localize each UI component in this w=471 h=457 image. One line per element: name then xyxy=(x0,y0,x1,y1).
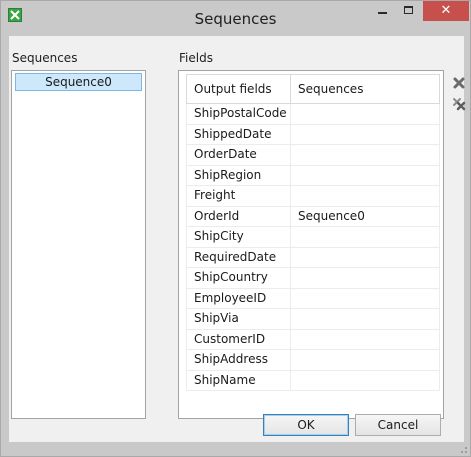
sequence-cell[interactable] xyxy=(291,166,439,186)
sequence-cell[interactable] xyxy=(291,289,439,309)
table-row[interactable]: ShipCountry xyxy=(186,268,440,289)
sequence-cell[interactable] xyxy=(291,248,439,268)
output-field-cell: OrderDate xyxy=(187,145,291,165)
fields-table: Output fields Sequences ShipPostalCode Sh… xyxy=(186,74,440,391)
table-row[interactable]: CustomerID xyxy=(186,329,440,350)
table-row[interactable]: ShipAddress xyxy=(186,350,440,371)
close-button[interactable]: ✕ xyxy=(423,1,469,21)
sequence-cell[interactable] xyxy=(291,268,439,288)
title-bar[interactable]: Sequences ✕ xyxy=(1,1,470,36)
output-field-cell: CustomerID xyxy=(187,329,291,349)
sequence-cell[interactable] xyxy=(291,330,439,350)
sequence-cell[interactable] xyxy=(291,145,439,165)
column-header-sequences[interactable]: Sequences xyxy=(291,75,439,103)
maximize-button[interactable] xyxy=(396,1,423,21)
output-field-cell: ShippedDate xyxy=(187,124,291,144)
output-field-cell: RequiredDate xyxy=(187,247,291,267)
output-field-cell: ShipRegion xyxy=(187,165,291,185)
sequence-cell[interactable] xyxy=(291,371,439,391)
dialog-client-area: Sequences Fields Sequence0 Output fields… xyxy=(9,36,466,442)
table-row[interactable]: RequiredDate xyxy=(186,247,440,268)
table-row[interactable]: ShipVia xyxy=(186,309,440,330)
table-row[interactable]: EmployeeID xyxy=(186,288,440,309)
sequence-cell[interactable]: Sequence0 xyxy=(291,207,439,227)
output-field-cell: ShipCountry xyxy=(187,268,291,288)
resize-grip[interactable] xyxy=(456,442,468,454)
table-row[interactable]: ShipPostalCode xyxy=(186,104,440,125)
output-field-cell: ShipCity xyxy=(187,227,291,247)
output-field-cell: ShipPostalCode xyxy=(187,104,291,124)
table-row[interactable]: ShipName xyxy=(186,370,440,391)
output-field-cell: Freight xyxy=(187,186,291,206)
sequence-list-item[interactable]: Sequence0 xyxy=(15,73,142,91)
fields-table-panel: Output fields Sequences ShipPostalCode Sh… xyxy=(178,70,444,419)
table-header: Output fields Sequences xyxy=(186,74,440,104)
delete-all-icon[interactable] xyxy=(452,97,466,111)
delete-icon[interactable] xyxy=(452,76,466,90)
sequence-cell[interactable] xyxy=(291,104,439,124)
column-header-output-fields[interactable]: Output fields xyxy=(187,75,291,103)
sequences-list[interactable]: Sequence0 xyxy=(11,70,146,419)
table-row[interactable]: OrderId Sequence0 xyxy=(186,206,440,227)
sequences-label: Sequences xyxy=(12,51,78,65)
fields-label: Fields xyxy=(179,51,213,65)
output-field-cell: EmployeeID xyxy=(187,288,291,308)
sequence-cell[interactable] xyxy=(291,186,439,206)
output-field-cell: OrderId xyxy=(187,206,291,226)
table-row[interactable]: ShippedDate xyxy=(186,124,440,145)
ok-button[interactable]: OK xyxy=(263,414,349,436)
cancel-button[interactable]: Cancel xyxy=(355,414,441,436)
table-row[interactable]: ShipRegion xyxy=(186,165,440,186)
sequence-cell[interactable] xyxy=(291,350,439,370)
dialog-window: Sequences ✕ Sequences Fields Sequence0 O… xyxy=(0,0,471,457)
sequence-cell[interactable] xyxy=(291,309,439,329)
minimize-button[interactable] xyxy=(369,1,396,21)
table-row[interactable]: OrderDate xyxy=(186,145,440,166)
output-field-cell: ShipName xyxy=(187,370,291,390)
table-row[interactable]: Freight xyxy=(186,186,440,207)
sequence-cell[interactable] xyxy=(291,125,439,145)
table-body: ShipPostalCode ShippedDate OrderDate ShipRe… xyxy=(186,104,440,391)
sequence-cell[interactable] xyxy=(291,227,439,247)
output-field-cell: ShipVia xyxy=(187,309,291,329)
output-field-cell: ShipAddress xyxy=(187,350,291,370)
table-row[interactable]: ShipCity xyxy=(186,227,440,248)
